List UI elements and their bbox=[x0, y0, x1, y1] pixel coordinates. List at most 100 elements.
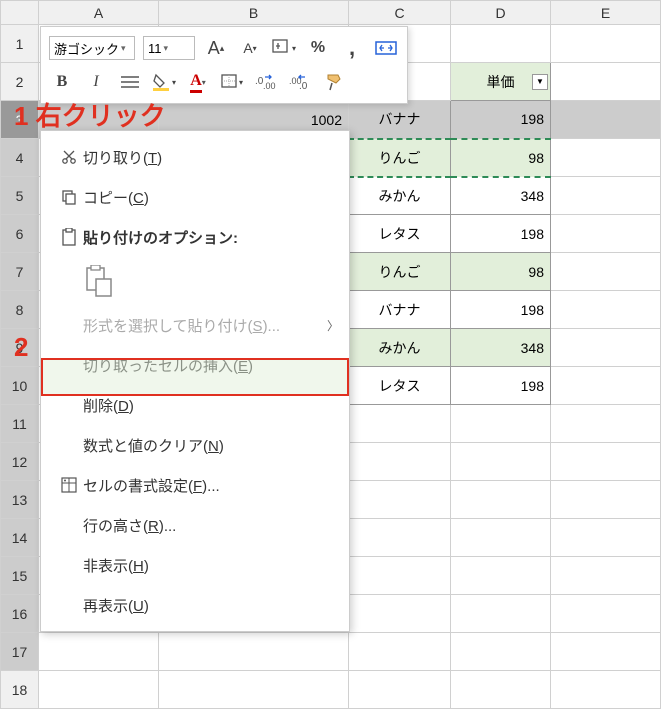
row-header[interactable]: 18 bbox=[1, 671, 39, 709]
cell[interactable] bbox=[551, 481, 661, 519]
cell[interactable] bbox=[159, 633, 349, 671]
menu-insert-cut-cells[interactable]: 切り取ったセルの挿入(E) bbox=[41, 345, 349, 385]
row-header[interactable]: 16 bbox=[1, 595, 39, 633]
cell[interactable]: 98 bbox=[451, 253, 551, 291]
cell[interactable] bbox=[551, 595, 661, 633]
cell[interactable] bbox=[551, 253, 661, 291]
comma-icon[interactable]: , bbox=[339, 35, 365, 61]
row-header[interactable]: 12 bbox=[1, 443, 39, 481]
cell[interactable] bbox=[349, 443, 451, 481]
row-header[interactable]: 11 bbox=[1, 405, 39, 443]
cell[interactable] bbox=[349, 405, 451, 443]
cell[interactable] bbox=[551, 671, 661, 709]
cell[interactable] bbox=[551, 139, 661, 177]
cell-price-header[interactable]: 単価 ▼ bbox=[451, 63, 551, 101]
bold-icon[interactable]: B bbox=[49, 69, 75, 95]
percent-icon[interactable]: % bbox=[305, 35, 331, 61]
row-header[interactable]: 2 bbox=[1, 63, 39, 101]
menu-format-cells[interactable]: セルの書式設定(F)... bbox=[41, 465, 349, 505]
cell[interactable] bbox=[551, 63, 661, 101]
font-size-combo[interactable]: 11▾ bbox=[143, 36, 195, 60]
cell[interactable] bbox=[451, 443, 551, 481]
col-header-a[interactable]: A bbox=[39, 1, 159, 25]
menu-row-height[interactable]: 行の高さ(R)... bbox=[41, 505, 349, 545]
row-header[interactable]: 7 bbox=[1, 253, 39, 291]
borders-icon[interactable]: ▾ bbox=[219, 69, 245, 95]
cell[interactable] bbox=[39, 633, 159, 671]
cell[interactable] bbox=[451, 671, 551, 709]
row-header[interactable]: 4 bbox=[1, 139, 39, 177]
font-name-combo[interactable]: 游ゴシック▾ bbox=[49, 36, 135, 60]
cell[interactable] bbox=[451, 519, 551, 557]
row-header[interactable]: 6 bbox=[1, 215, 39, 253]
cell[interactable] bbox=[451, 557, 551, 595]
increase-font-icon[interactable]: A▴ bbox=[203, 35, 229, 61]
decrease-decimal-icon[interactable]: .0.00 bbox=[253, 69, 279, 95]
cell[interactable] bbox=[349, 519, 451, 557]
filter-dropdown-icon[interactable]: ▼ bbox=[532, 74, 548, 90]
cell[interactable] bbox=[551, 329, 661, 367]
cell[interactable] bbox=[551, 25, 661, 63]
menu-copy[interactable]: コピー(C) bbox=[41, 177, 349, 217]
menu-unhide[interactable]: 再表示(U) bbox=[41, 585, 349, 625]
cell[interactable]: 348 bbox=[451, 329, 551, 367]
cell[interactable] bbox=[349, 633, 451, 671]
paste-option-icon[interactable] bbox=[83, 262, 115, 300]
col-header-d[interactable]: D bbox=[451, 1, 551, 25]
cell[interactable] bbox=[451, 25, 551, 63]
cell[interactable]: レタス bbox=[349, 367, 451, 405]
cell[interactable]: 198 bbox=[451, 291, 551, 329]
cell[interactable]: バナナ bbox=[349, 291, 451, 329]
cell[interactable] bbox=[451, 481, 551, 519]
menu-delete[interactable]: 削除(D) bbox=[41, 385, 349, 425]
row-header[interactable]: 15 bbox=[1, 557, 39, 595]
cell[interactable] bbox=[551, 443, 661, 481]
font-color-icon[interactable]: A▾ bbox=[185, 69, 211, 95]
menu-cut[interactable]: 切り取り(T) bbox=[41, 137, 349, 177]
italic-icon[interactable]: I bbox=[83, 69, 109, 95]
row-header[interactable]: 14 bbox=[1, 519, 39, 557]
row-header[interactable]: 5 bbox=[1, 177, 39, 215]
increase-decimal-icon[interactable]: .00.0 bbox=[287, 69, 313, 95]
row-header[interactable]: 1 bbox=[1, 25, 39, 63]
col-header-e[interactable]: E bbox=[551, 1, 661, 25]
cell[interactable]: レタス bbox=[349, 215, 451, 253]
cell[interactable] bbox=[451, 405, 551, 443]
cell[interactable] bbox=[551, 291, 661, 329]
menu-clear[interactable]: 数式と値のクリア(N) bbox=[41, 425, 349, 465]
accounting-format-icon[interactable]: ▾ bbox=[271, 35, 297, 61]
cell[interactable]: りんご bbox=[349, 139, 451, 177]
col-header-b[interactable]: B bbox=[159, 1, 349, 25]
cell[interactable] bbox=[349, 671, 451, 709]
cell[interactable] bbox=[451, 633, 551, 671]
cell[interactable] bbox=[349, 481, 451, 519]
col-header-c[interactable]: C bbox=[349, 1, 451, 25]
cell[interactable] bbox=[349, 557, 451, 595]
merge-icon[interactable] bbox=[373, 35, 399, 61]
cell[interactable]: 198 bbox=[451, 367, 551, 405]
cell[interactable] bbox=[551, 101, 661, 139]
cell[interactable] bbox=[551, 557, 661, 595]
row-header[interactable]: 8 bbox=[1, 291, 39, 329]
corner-cell[interactable] bbox=[1, 1, 39, 25]
cell[interactable]: 348 bbox=[451, 177, 551, 215]
cell[interactable] bbox=[551, 177, 661, 215]
cell[interactable] bbox=[39, 671, 159, 709]
fill-color-icon[interactable]: ▾ bbox=[151, 69, 177, 95]
cell[interactable] bbox=[451, 595, 551, 633]
cell[interactable]: 198 bbox=[451, 101, 551, 139]
cell[interactable]: 98 bbox=[451, 139, 551, 177]
cell[interactable] bbox=[349, 595, 451, 633]
cell[interactable] bbox=[551, 633, 661, 671]
cell[interactable] bbox=[551, 215, 661, 253]
cell[interactable]: りんご bbox=[349, 253, 451, 291]
row-header[interactable]: 17 bbox=[1, 633, 39, 671]
cell[interactable]: 198 bbox=[451, 215, 551, 253]
decrease-font-icon[interactable]: A▾ bbox=[237, 35, 263, 61]
cell[interactable]: バナナ bbox=[349, 101, 451, 139]
menu-hide[interactable]: 非表示(H) bbox=[41, 545, 349, 585]
row-header[interactable]: 10 bbox=[1, 367, 39, 405]
align-icon[interactable] bbox=[117, 69, 143, 95]
cell[interactable] bbox=[551, 405, 661, 443]
row-header[interactable]: 13 bbox=[1, 481, 39, 519]
